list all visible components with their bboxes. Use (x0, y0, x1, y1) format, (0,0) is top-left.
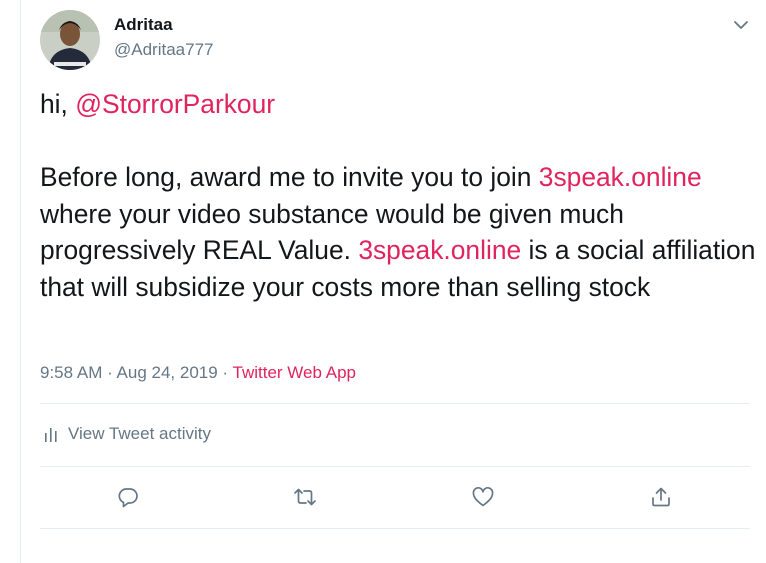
author-handle[interactable]: @Adritaa777 (114, 40, 214, 60)
heart-icon[interactable] (469, 483, 497, 511)
author-name[interactable]: Adritaa (114, 15, 173, 35)
retweet-icon[interactable] (291, 483, 319, 511)
greeting-text: hi, (40, 89, 76, 119)
view-tweet-activity-link[interactable]: View Tweet activity (44, 424, 211, 444)
tweet-date[interactable]: Aug 24, 2019 (117, 363, 218, 382)
divider (40, 403, 750, 404)
tweet-source-link[interactable]: Twitter Web App (233, 363, 356, 382)
share-icon[interactable] (647, 483, 675, 511)
divider (40, 466, 750, 467)
mention-link[interactable]: @StorrorParkour (75, 89, 275, 119)
tweet-text: hi, @StorrorParkour Before long, award me… (40, 86, 756, 305)
avatar[interactable] (40, 10, 100, 70)
meta-separator: · (102, 363, 117, 382)
url-link[interactable]: 3speak.online (539, 162, 702, 192)
divider (40, 528, 750, 529)
body-text: Before long, award me to invite you to j… (40, 162, 539, 192)
tweet-time[interactable]: 9:58 AM (40, 363, 102, 382)
url-link[interactable]: 3speak.online (358, 235, 521, 265)
chevron-down-icon[interactable] (730, 14, 752, 36)
meta-separator: · (217, 363, 233, 382)
bar-chart-icon (44, 426, 58, 442)
reply-icon[interactable] (114, 483, 142, 511)
tweet-meta: 9:58 AM · Aug 24, 2019 · Twitter Web App (40, 363, 356, 383)
activity-label: View Tweet activity (68, 424, 211, 443)
